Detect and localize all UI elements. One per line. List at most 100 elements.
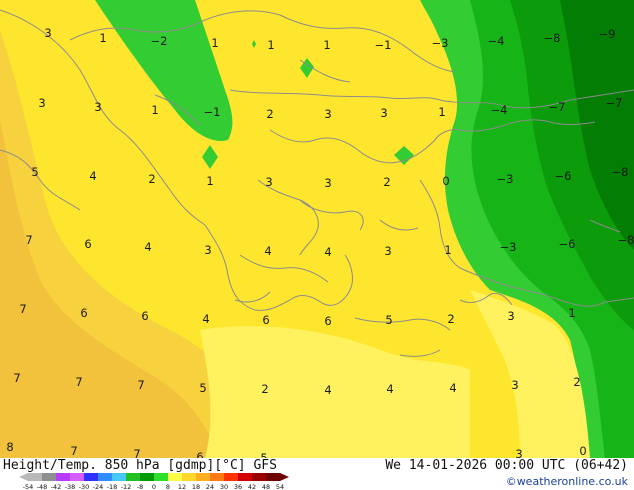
temp-label: 3 (44, 26, 51, 40)
legend-tick-label: -48 (37, 483, 48, 490)
temp-label: −9 (599, 27, 616, 41)
temp-label: −8 (612, 165, 629, 179)
temp-label: −3 (500, 240, 517, 254)
temp-label: 2 (148, 172, 155, 186)
temp-label: 3 (511, 378, 518, 392)
temp-label: 3 (94, 100, 101, 114)
legend-tick-label: -24 (93, 483, 104, 490)
legend-tick-label: -54 (23, 483, 34, 490)
temp-label: 3 (515, 447, 522, 458)
legend-tick-label: 18 (192, 483, 200, 490)
temp-label: −6 (555, 169, 572, 183)
legend-swatch (196, 473, 211, 481)
temp-label: 1 (99, 31, 106, 45)
temp-label: 3 (204, 243, 211, 257)
legend-tick-label: -42 (51, 483, 62, 490)
temp-label: 1 (323, 38, 330, 52)
legend-swatch (252, 473, 267, 481)
temp-label: 5 (260, 451, 267, 458)
map-viewer: 3 1 −2 1 1 1 −1 −3 −4 −8 −9 3 3 1 −1 2 3 3 1 −4 −7 −7 5 4 2 1 3 3 2 0… (0, 0, 634, 490)
temp-label: −8 (544, 31, 561, 45)
legend-tick-label: 42 (248, 483, 256, 490)
legend-swatch (238, 473, 253, 481)
legend-tick-label: 36 (234, 483, 242, 490)
temp-label: 5 (199, 381, 206, 395)
legend-swatch (168, 473, 183, 481)
legend-swatch (126, 473, 141, 481)
temp-label: 4 (449, 381, 456, 395)
legend-swatch (182, 473, 197, 481)
credit-link[interactable]: ©weatheronline.co.uk (506, 475, 628, 488)
temp-label: 4 (324, 383, 331, 397)
valid-datetime: We 14-01-2026 00:00 UTC (06+42) (385, 458, 628, 473)
temp-label: 4 (264, 244, 271, 258)
temp-label: 4 (89, 169, 96, 183)
legend-swatch (98, 473, 113, 481)
legend-tick-label: 12 (178, 483, 186, 490)
temp-label: 6 (141, 309, 148, 323)
legend-swatch (224, 473, 239, 481)
temp-label: 8 (6, 440, 13, 454)
temp-label: 3 (380, 106, 387, 120)
temp-label: −1 (375, 38, 392, 52)
temp-label: 4 (386, 382, 393, 396)
temp-label: 3 (324, 176, 331, 190)
temp-label: 7 (75, 375, 82, 389)
temp-label: 6 (196, 450, 203, 458)
legend-swatch (70, 473, 85, 481)
temp-label: 3 (324, 107, 331, 121)
temp-label: −4 (491, 103, 508, 117)
temp-label: −6 (559, 237, 576, 251)
temp-label: 1 (444, 243, 451, 257)
temp-label: 2 (266, 107, 273, 121)
temp-label: 2 (447, 312, 454, 326)
map-title: Height/Temp. 850 hPa [gdmp][°C] GFS (3, 458, 277, 473)
color-legend: -54 -48 -42 -38 -30 -24 -18 -12 -8 0 8 12 18 24 30 36 42… (19, 473, 289, 490)
temp-label: −7 (549, 100, 566, 114)
legend-tick-label: -30 (79, 483, 90, 490)
temp-label: 1 (211, 36, 218, 50)
temp-label: 6 (80, 306, 87, 320)
temp-label: 1 (267, 38, 274, 52)
temp-label: −3 (432, 36, 449, 50)
temp-label: 7 (25, 233, 32, 247)
temp-label: 3 (507, 309, 514, 323)
temp-label: −7 (606, 96, 623, 110)
legend-swatch (112, 473, 127, 481)
temp-label: −1 (204, 105, 221, 119)
legend-swatch (84, 473, 99, 481)
temp-label: 1 (206, 174, 213, 188)
temp-label: 5 (385, 313, 392, 327)
temp-label: 6 (324, 314, 331, 328)
temp-label: −3 (497, 172, 514, 186)
temp-label: 5 (31, 165, 38, 179)
temp-label: 4 (202, 312, 209, 326)
legend-tick-label: 54 (276, 483, 284, 490)
legend-arrow-right (280, 473, 289, 481)
temp-label: 7 (70, 444, 77, 458)
temp-label: 2 (573, 375, 580, 389)
temp-label: 2 (261, 382, 268, 396)
temp-label: 3 (384, 244, 391, 258)
temp-label: 4 (144, 240, 151, 254)
legend-swatch (154, 473, 169, 481)
legend-tick-label: -12 (121, 483, 132, 490)
temp-label: −2 (151, 34, 168, 48)
temp-label: 1 (438, 105, 445, 119)
temp-label: 3 (38, 96, 45, 110)
legend-tick-label: 0 (152, 483, 156, 490)
temp-label: 7 (13, 371, 20, 385)
footer: Height/Temp. 850 hPa [gdmp][°C] GFS We 1… (0, 458, 634, 490)
temp-label: 2 (383, 175, 390, 189)
temp-label: 1 (568, 306, 575, 320)
legend-swatch (210, 473, 225, 481)
temp-label: 0 (579, 444, 586, 458)
legend-tick-label: 48 (262, 483, 270, 490)
legend-arrow-left (19, 473, 28, 481)
legend-swatch (56, 473, 71, 481)
legend-swatch (42, 473, 57, 481)
temp-label: 0 (442, 174, 449, 188)
temp-label: 3 (265, 175, 272, 189)
legend-tick-label: -38 (65, 483, 76, 490)
legend-tick-label: -18 (107, 483, 118, 490)
